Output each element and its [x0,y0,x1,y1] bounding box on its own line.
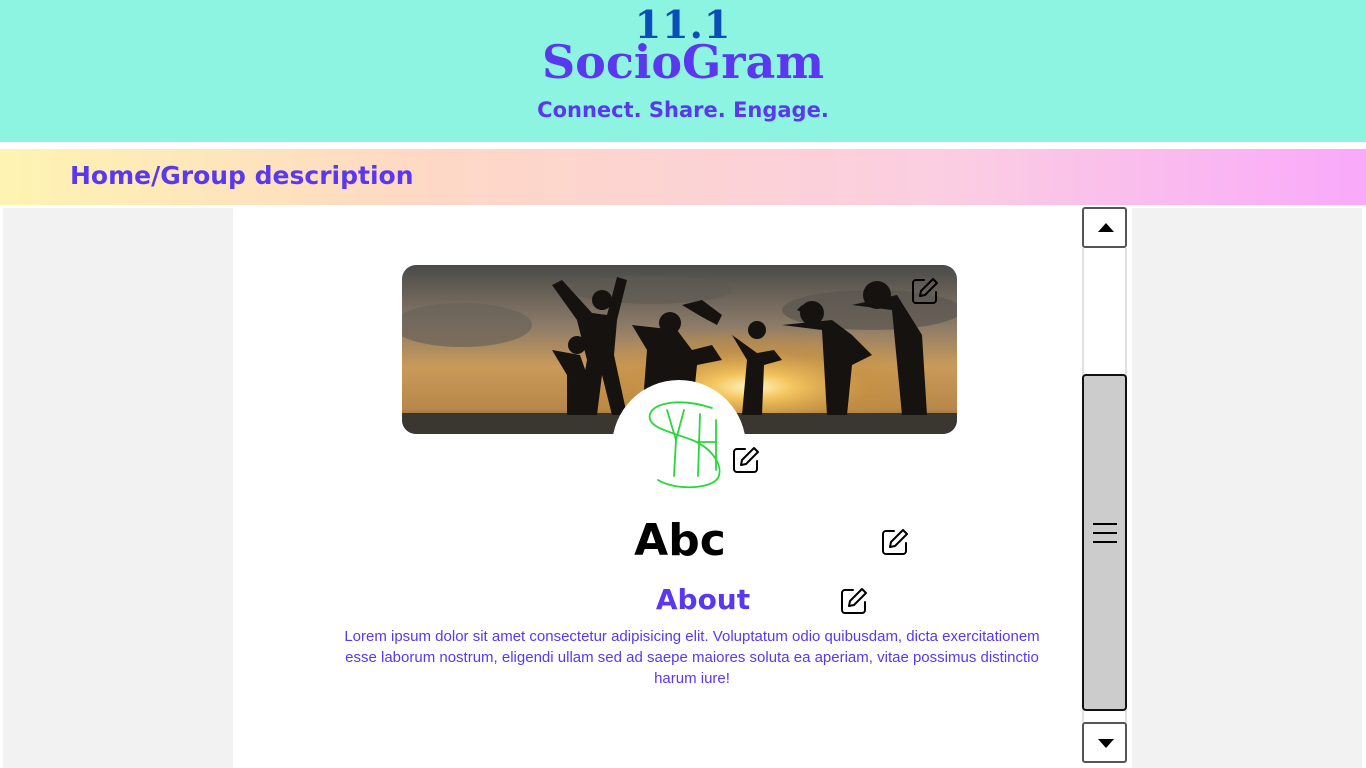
edit-avatar-icon[interactable] [731,445,761,475]
scrollbar-thumb[interactable] [1082,374,1127,711]
scroll-up-button[interactable] [1082,207,1127,248]
group-avatar [612,380,746,514]
edit-cover-icon[interactable] [910,276,940,306]
edit-name-icon[interactable] [880,527,910,557]
breadcrumb-bar: Home/Group description [0,149,1366,205]
app-header: 11.1 SocioGram Connect. Share. Engage. [0,0,1366,142]
triangle-down-icon [1098,739,1114,748]
app-tagline: Connect. Share. Engage. [537,98,829,122]
right-side-panel [1132,208,1362,768]
scroll-down-button[interactable] [1082,722,1127,763]
edit-about-icon[interactable] [839,586,869,616]
yhs-logo [648,401,721,489]
left-side-panel [3,208,233,768]
about-description: Lorem ipsum dolor sit amet consectetur a… [344,628,1040,687]
group-name: Abc [634,515,726,566]
app-title: SocioGram [541,35,825,89]
triangle-up-icon [1098,223,1114,232]
breadcrumb[interactable]: Home/Group description [70,161,414,191]
menu-lines-icon [1093,523,1117,543]
about-heading: About [655,583,751,616]
